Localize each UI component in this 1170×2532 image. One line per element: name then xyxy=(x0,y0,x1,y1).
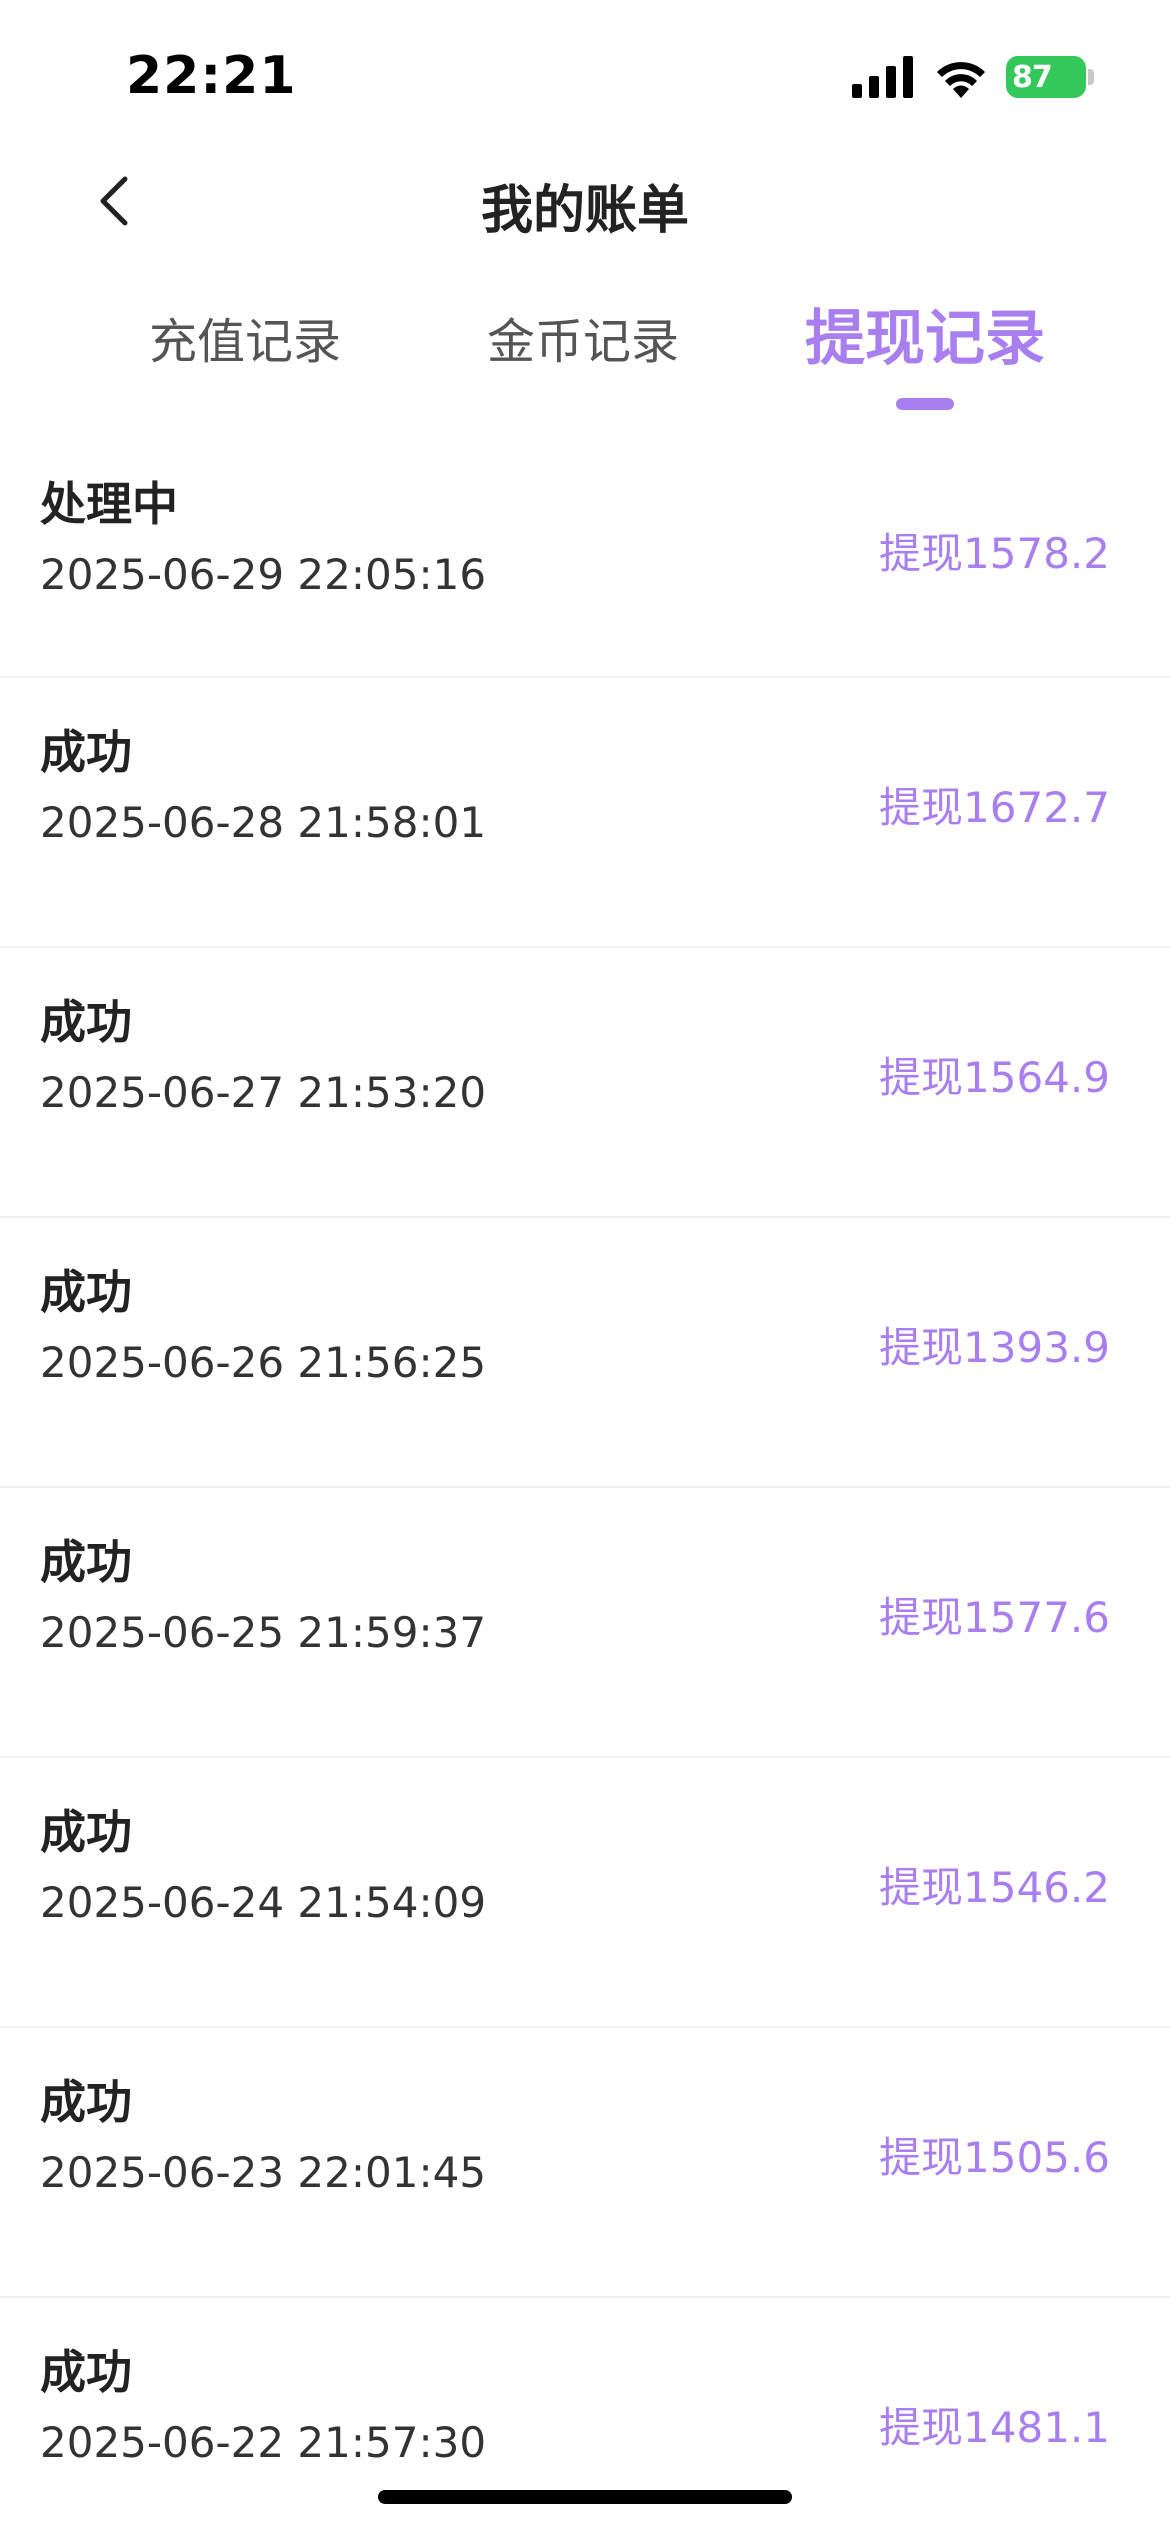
list-item[interactable]: 成功 2025-06-28 21:58:01 提现1672.7 xyxy=(0,678,1170,948)
record-time: 2025-06-29 22:05:16 xyxy=(40,550,487,599)
list-item[interactable]: 成功 2025-06-25 21:59:37 提现1577.6 xyxy=(0,1488,1170,1758)
list-item[interactable]: 成功 2025-06-24 21:54:09 提现1546.2 xyxy=(0,1758,1170,2028)
list-item[interactable]: 成功 2025-06-26 21:56:25 提现1393.9 xyxy=(0,1218,1170,1488)
record-amount: 提现1577.6 xyxy=(879,1593,1110,1642)
record-status: 成功 xyxy=(40,995,132,1049)
battery-body: 87 xyxy=(1006,56,1086,98)
header: 我的账单 xyxy=(0,150,1170,260)
home-indicator[interactable] xyxy=(378,2490,792,2504)
record-amount: 提现1564.9 xyxy=(879,1053,1110,1102)
battery-level: 87 xyxy=(1012,60,1053,95)
record-amount: 提现1578.2 xyxy=(879,529,1110,578)
battery-cap xyxy=(1088,69,1094,85)
wifi-icon xyxy=(937,62,985,98)
record-amount: 提现1546.2 xyxy=(879,1863,1110,1912)
record-time: 2025-06-28 21:58:01 xyxy=(40,798,487,847)
status-time: 22:21 xyxy=(126,46,297,106)
status-bar: 22:21 87 xyxy=(0,0,1170,150)
record-amount: 提现1393.9 xyxy=(879,1323,1110,1372)
record-amount: 提现1481.1 xyxy=(879,2403,1110,2452)
withdraw-record-list: 处理中 2025-06-29 22:05:16 提现1578.2 成功 2025… xyxy=(0,430,1170,2532)
active-tab-indicator xyxy=(896,398,954,410)
record-status: 成功 xyxy=(40,1265,132,1319)
tab-recharge-records[interactable]: 充值记录 xyxy=(95,302,395,372)
record-time: 2025-06-22 21:57:30 xyxy=(40,2418,487,2467)
cellular-signal-icon xyxy=(852,56,913,98)
tab-withdraw-records[interactable]: 提现记录 xyxy=(775,290,1075,377)
list-item[interactable]: 成功 2025-06-23 22:01:45 提现1505.6 xyxy=(0,2028,1170,2298)
record-status: 成功 xyxy=(40,2075,132,2129)
record-time: 2025-06-24 21:54:09 xyxy=(40,1878,487,1927)
list-item[interactable]: 成功 2025-06-27 21:53:20 提现1564.9 xyxy=(0,948,1170,1218)
list-item[interactable]: 处理中 2025-06-29 22:05:16 提现1578.2 xyxy=(0,430,1170,678)
record-amount: 提现1505.6 xyxy=(879,2133,1110,2182)
record-status: 成功 xyxy=(40,2345,132,2399)
record-time: 2025-06-23 22:01:45 xyxy=(40,2148,487,2197)
record-amount: 提现1672.7 xyxy=(879,783,1110,832)
record-time: 2025-06-26 21:56:25 xyxy=(40,1338,487,1387)
page-title: 我的账单 xyxy=(480,181,689,241)
record-status: 成功 xyxy=(40,1535,132,1589)
record-status: 成功 xyxy=(40,725,132,779)
screen: 22:21 87 我的账单 充值记录 金币记录 提现记录 处理中 2025-06… xyxy=(0,0,1170,2532)
record-time: 2025-06-27 21:53:20 xyxy=(40,1068,487,1117)
record-status: 处理中 xyxy=(40,477,178,531)
tab-bar: 充值记录 金币记录 提现记录 xyxy=(0,290,1170,420)
tab-coin-records[interactable]: 金币记录 xyxy=(433,302,733,372)
record-status: 成功 xyxy=(40,1805,132,1859)
battery-icon: 87 xyxy=(1006,56,1094,98)
record-time: 2025-06-25 21:59:37 xyxy=(40,1608,487,1657)
